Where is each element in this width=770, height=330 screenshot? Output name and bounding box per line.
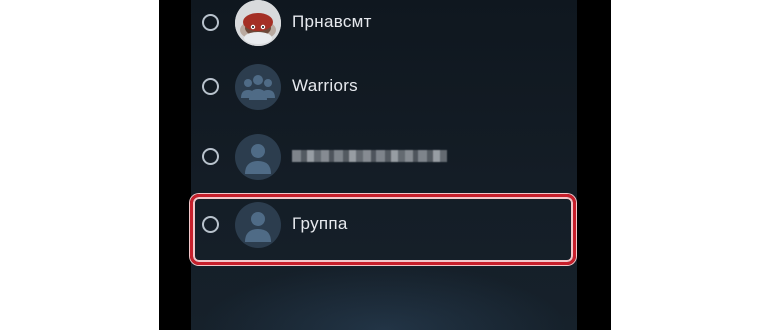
bottom-glow	[199, 262, 569, 330]
list-item[interactable]: Прнавсмт	[159, 0, 611, 54]
radio-button[interactable]	[202, 148, 219, 165]
radio-button[interactable]	[202, 78, 219, 95]
user-avatar-icon	[235, 202, 281, 248]
contact-name: Прнавсмт	[292, 12, 372, 31]
contact-name: Группа	[292, 214, 348, 233]
contact-name: Warriors	[292, 76, 358, 95]
list-item[interactable]	[159, 128, 611, 188]
group-avatar-icon	[235, 64, 281, 110]
phone-screen: Прнавсмт Warriors Группа	[159, 0, 611, 330]
photo-avatar	[235, 0, 281, 46]
list-item[interactable]: Warriors	[159, 58, 611, 118]
radio-button[interactable]	[202, 14, 219, 31]
user-avatar-icon	[235, 134, 281, 180]
radio-button[interactable]	[202, 216, 219, 233]
obscured-contact-name	[292, 150, 447, 162]
list-item[interactable]: Группа	[159, 196, 611, 256]
